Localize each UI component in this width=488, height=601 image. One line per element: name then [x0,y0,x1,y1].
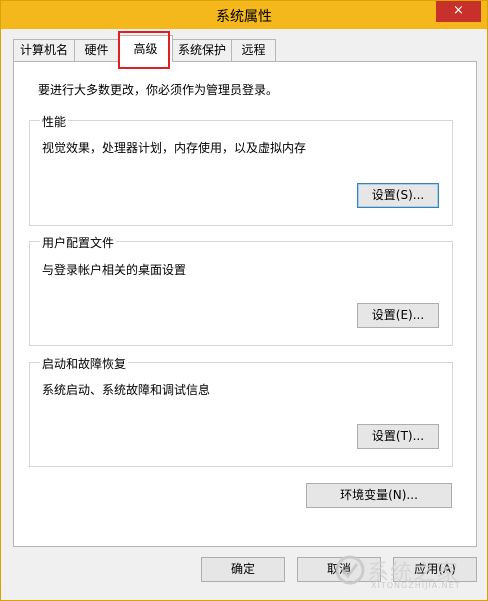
performance-title: 性能 [40,113,69,130]
close-button[interactable]: × [436,1,481,22]
title-bar[interactable]: 系统属性 × [1,1,487,29]
startup-recovery-title: 启动和故障恢复 [40,355,129,372]
performance-group: 性能 视觉效果，处理器计划，内存使用，以及虚拟内存 设置(S)... [29,113,453,226]
advanced-tab-panel: 要进行大多数更改，你必须作为管理员登录。 性能 视觉效果，处理器计划，内存使用，… [13,61,477,547]
tab-advanced[interactable]: 高级 [118,35,173,62]
environment-variables-button[interactable]: 环境变量(N)... [306,483,452,508]
admin-note: 要进行大多数更改，你必须作为管理员登录。 [38,83,279,97]
tab-computer-name[interactable]: 计算机名 [13,39,75,61]
user-profiles-group: 用户配置文件 与登录帐户相关的桌面设置 设置(E)... [29,234,453,346]
watermark-logo-icon [335,555,365,585]
ok-button[interactable]: 确定 [201,557,285,582]
system-properties-window: 系统属性 × 计算机名 硬件 高级 系统保护 远程 要进行大多数更改，你必须作为… [0,0,488,601]
user-profiles-settings-button[interactable]: 设置(E)... [357,303,439,328]
performance-desc: 视觉效果，处理器计划，内存使用，以及虚拟内存 [42,141,307,155]
tab-hardware[interactable]: 硬件 [74,39,119,61]
tab-remote[interactable]: 远程 [231,39,276,61]
window-title: 系统属性 [216,9,272,25]
startup-recovery-desc: 系统启动、系统故障和调试信息 [42,383,211,397]
user-profiles-title: 用户配置文件 [40,234,117,251]
watermark-subtext: XITONGZHIJIA.NET [371,581,461,590]
startup-recovery-settings-button[interactable]: 设置(T)... [357,424,439,449]
startup-recovery-group: 启动和故障恢复 系统启动、系统故障和调试信息 设置(T)... [29,355,453,467]
user-profiles-desc: 与登录帐户相关的桌面设置 [42,263,187,277]
tab-system-protection[interactable]: 系统保护 [172,39,232,61]
watermark: 系统之家 XITONGZHIJIA.NET [331,549,481,597]
performance-settings-button[interactable]: 设置(S)... [357,183,439,208]
